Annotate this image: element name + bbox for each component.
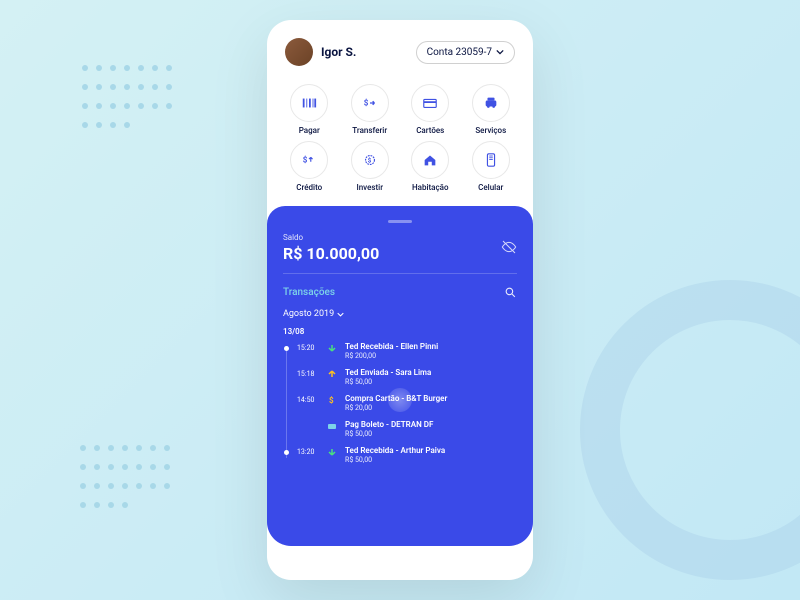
tx-title: Pag Boleto - DETRAN DF <box>345 420 517 429</box>
username: Igor S. <box>321 45 356 59</box>
svg-text:$: $ <box>303 156 308 165</box>
tx-time: 13:20 <box>297 448 319 456</box>
tx-amount: R$ 50,00 <box>345 378 517 386</box>
transaction-row[interactable]: Pag Boleto - DETRAN DFR$ 50,00 <box>283 420 517 438</box>
action-services[interactable]: Serviços <box>463 84 520 135</box>
transactions-title: Transações <box>283 287 335 298</box>
tx-title: Ted Enviada - Sara Lima <box>345 368 517 377</box>
tx-dollar-icon: $ <box>327 395 337 405</box>
action-label: Transferir <box>352 126 387 135</box>
balance-row: Saldo R$ 10.000,00 <box>283 233 517 263</box>
transfer-icon: $ <box>362 95 378 111</box>
tx-amount: R$ 50,00 <box>345 430 517 438</box>
home-icon <box>422 152 438 168</box>
balance-value: R$ 10.000,00 <box>283 244 379 263</box>
month-selector[interactable]: Agosto 2019 <box>283 309 517 319</box>
card-icon <box>422 95 438 111</box>
account-selector[interactable]: Conta 23059-7 <box>416 41 515 64</box>
action-label: Crédito <box>296 183 322 192</box>
action-label: Celular <box>478 183 503 192</box>
account-label: Conta 23059-7 <box>427 47 492 58</box>
barcode-icon <box>301 95 317 111</box>
action-label: Serviços <box>475 126 506 135</box>
tx-time: 15:20 <box>297 344 319 352</box>
tx-down-icon <box>327 447 337 457</box>
timeline-dot <box>284 346 289 351</box>
chevron-down-icon <box>337 311 344 318</box>
action-card[interactable]: Cartões <box>402 84 459 135</box>
transaction-row[interactable]: 14:50 $ Compra Cartão - B&T BurgerR$ 20,00 <box>283 394 517 412</box>
services-icon <box>483 95 499 111</box>
svg-text:$: $ <box>368 157 372 165</box>
tx-title: Ted Recebida - Arthur Paiva <box>345 446 517 455</box>
chevron-down-icon <box>496 48 504 56</box>
actions-grid: Pagar$TransferirCartõesServiços$Crédito$… <box>267 74 533 206</box>
transaction-list: 15:20 Ted Recebida - Ellen PinniR$ 200,00… <box>283 342 517 464</box>
action-circle: $ <box>351 84 389 122</box>
date-label: 13/08 <box>283 327 517 336</box>
action-label: Habitação <box>412 183 449 192</box>
action-circle <box>411 141 449 179</box>
transaction-row[interactable]: 15:18 Ted Enviada - Sara LimaR$ 50,00 <box>283 368 517 386</box>
divider <box>283 273 517 274</box>
action-circle <box>290 84 328 122</box>
action-barcode[interactable]: Pagar <box>281 84 338 135</box>
bg-dots-bottom <box>76 440 176 540</box>
bg-dots-top <box>78 60 178 160</box>
action-invest[interactable]: $ Investir <box>342 141 399 192</box>
avatar <box>285 38 313 66</box>
drag-handle[interactable] <box>388 220 412 223</box>
action-circle <box>411 84 449 122</box>
header: Igor S. Conta 23059-7 <box>267 20 533 74</box>
tx-amount: R$ 20,00 <box>345 404 517 412</box>
credit-icon: $ <box>301 152 317 168</box>
tx-time: 14:50 <box>297 396 319 404</box>
invest-icon: $ <box>362 152 378 168</box>
tx-title: Compra Cartão - B&T Burger <box>345 394 517 403</box>
action-label: Cartões <box>416 126 444 135</box>
action-label: Pagar <box>299 126 320 135</box>
eye-off-icon[interactable] <box>501 239 517 255</box>
action-circle <box>472 84 510 122</box>
tx-down-icon <box>327 343 337 353</box>
phone-icon <box>483 152 499 168</box>
action-circle: $ <box>351 141 389 179</box>
transactions-header: Transações <box>283 286 517 299</box>
transaction-row[interactable]: 13:20 Ted Recebida - Arthur PaivaR$ 50,00 <box>283 446 517 464</box>
search-icon[interactable] <box>504 286 517 299</box>
action-credit[interactable]: $ Crédito <box>281 141 338 192</box>
tx-title: Ted Recebida - Ellen Pinni <box>345 342 517 351</box>
action-home[interactable]: Habitação <box>402 141 459 192</box>
balance-label: Saldo <box>283 233 379 242</box>
action-label: Investir <box>356 183 383 192</box>
tx-boleto-icon <box>327 421 337 431</box>
bg-ring <box>580 280 800 580</box>
tx-amount: R$ 50,00 <box>345 456 517 464</box>
action-circle <box>472 141 510 179</box>
transaction-row[interactable]: 15:20 Ted Recebida - Ellen PinniR$ 200,00 <box>283 342 517 360</box>
svg-text:$: $ <box>364 99 369 108</box>
action-phone[interactable]: Celular <box>463 141 520 192</box>
tx-time: 15:18 <box>297 370 319 378</box>
tx-up-icon <box>327 369 337 379</box>
action-transfer[interactable]: $ Transferir <box>342 84 399 135</box>
phone-frame: Igor S. Conta 23059-7 Pagar $ Transferir Ca… <box>267 20 533 580</box>
tx-amount: R$ 200,00 <box>345 352 517 360</box>
balance-panel: Saldo R$ 10.000,00 Transações Agosto 201… <box>267 206 533 546</box>
action-circle: $ <box>290 141 328 179</box>
user-info[interactable]: Igor S. <box>285 38 356 66</box>
timeline-dot <box>284 450 289 455</box>
svg-text:$: $ <box>329 396 334 405</box>
